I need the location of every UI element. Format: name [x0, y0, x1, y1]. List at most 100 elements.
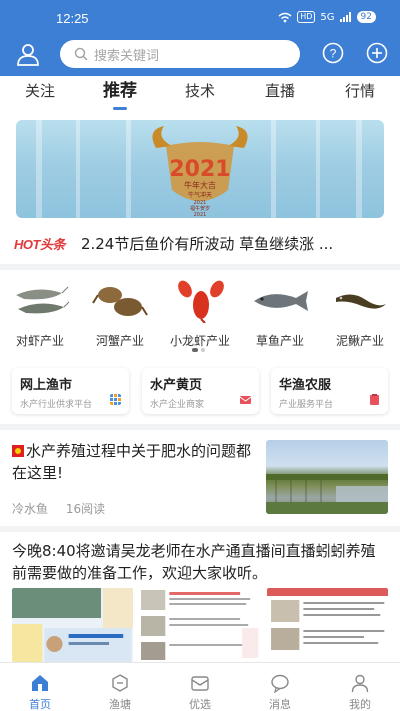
message-icon [271, 674, 289, 693]
page-dot-active [192, 348, 198, 352]
nav-label: 首页 [29, 698, 51, 711]
home-icon [32, 675, 48, 691]
hot-news-bar[interactable]: HOT头条 2.24节后鱼价有所波动 草鱼继续涨 ... [0, 222, 400, 264]
category-label: 草鱼产业 [255, 334, 304, 348]
hot-badge: HOT头条 [14, 236, 65, 252]
pond-landscape-image [266, 474, 388, 514]
article-title-text: 水产养殖过程中关于肥水的问题都在这里! [12, 442, 252, 482]
pond-icon [112, 674, 128, 692]
banner-section: 2021 牛年大吉 牛气冲天 2021 福牛贺岁 2021 [0, 112, 400, 222]
status-time: 12:25 [56, 11, 89, 26]
service-title: 网上渔市 [20, 378, 73, 393]
service-aquatic-yellow-pages[interactable]: 水产黄页 水产企业商家 [142, 368, 259, 414]
search-placeholder: 搜索关键词 [94, 48, 160, 64]
service-online-fish-market[interactable]: 网上渔市 水产行业供求平台 [12, 368, 129, 414]
bottom-navigation: 首页 渔塘 优选 消息 我的 [0, 662, 400, 711]
article-source: 冷水鱼 [12, 502, 49, 516]
category-label: 小龙虾产业 [169, 334, 230, 348]
report-graphic [266, 588, 388, 650]
category-tabs: 关注 推荐 技术 直播 行情 [0, 76, 400, 112]
category-label: 对虾产业 [15, 334, 64, 348]
shrimp-icon [16, 286, 70, 314]
article-image-row [12, 588, 388, 662]
wifi-icon [278, 12, 292, 22]
article-card[interactable]: 水产养殖过程中关于肥水的问题都在这里! 冷水鱼 16阅读 [0, 430, 400, 526]
category-shrimp[interactable]: 对虾产业 [0, 278, 80, 349]
battery-level: 92 [356, 11, 376, 23]
nav-messages[interactable]: 消息 [240, 663, 320, 711]
search-icon [74, 47, 88, 61]
poster-graphic [12, 588, 134, 662]
user-icon[interactable] [16, 42, 40, 66]
banner-line4: 福牛贺岁 [190, 205, 210, 212]
tab-market[interactable]: 行情 [320, 76, 400, 112]
banner-line1: 牛年大吉 [184, 180, 216, 190]
help-icon[interactable]: ? [322, 42, 344, 64]
crayfish-icon [178, 280, 224, 323]
tab-live[interactable]: 直播 [240, 76, 320, 112]
category-grass-carp[interactable]: 草鱼产业 [240, 278, 320, 349]
worksheet-graphic [141, 590, 259, 660]
service-huayu-agri[interactable]: 华渔农服 产业服务平台 [271, 368, 388, 414]
service-subtitle: 水产行业供求平台 [20, 400, 93, 410]
article-image[interactable] [266, 588, 388, 662]
article-title[interactable]: 水产养殖过程中关于肥水的问题都在这里! [12, 440, 252, 484]
service-subtitle: 水产企业商家 [150, 400, 205, 410]
signal-icon [339, 12, 351, 22]
article-title[interactable]: 今晚8:40将邀请吴龙老师在水产通直播间直播蚓蚓养殖前需要做的准备工作，欢迎大家… [12, 540, 390, 584]
header: 搜索关键词 ? [0, 38, 400, 70]
tab-recommend[interactable]: 推荐 [80, 76, 160, 112]
status-bar: 12:25 HD 5G 92 [0, 8, 400, 30]
hd-badge: HD [297, 11, 316, 23]
category-crayfish[interactable]: 小龙虾产业 [160, 278, 240, 349]
nav-pond[interactable]: 渔塘 [80, 663, 160, 711]
nav-select[interactable]: 优选 [160, 663, 240, 711]
flag-icon [12, 445, 24, 457]
category-label: 泥鳅产业 [335, 334, 384, 348]
nav-profile[interactable]: 我的 [320, 663, 400, 711]
network-label: 5G [320, 11, 335, 23]
banner-line2: 牛气冲天 [188, 191, 212, 199]
banner-year: 2021 [169, 157, 230, 182]
add-icon[interactable] [366, 42, 388, 64]
svg-text:?: ? [330, 47, 337, 61]
nav-label: 我的 [349, 698, 371, 711]
loach-icon [336, 294, 386, 309]
article-reads: 16阅读 [65, 502, 106, 516]
banner-ox-emblem: 2021 牛年大吉 牛气冲天 2021 福牛贺岁 2021 [36, 120, 362, 218]
top-bar: 12:25 HD 5G 92 搜索关键词 ? [0, 0, 400, 76]
tab-follow[interactable]: 关注 [0, 76, 80, 112]
service-title: 华渔农服 [279, 378, 332, 393]
industry-categories: 对虾产业 河蟹产业 小龙虾产业 草鱼产业 泥鳅产业 [0, 270, 400, 358]
nav-label: 优选 [189, 698, 211, 711]
service-title: 水产黄页 [150, 378, 203, 393]
article-card[interactable]: 今晚8:40将邀请吴龙老师在水产通直播间直播蚓蚓养殖前需要做的准备工作，欢迎大家… [0, 532, 400, 662]
category-label: 河蟹产业 [95, 334, 144, 348]
article-thumbnail[interactable] [266, 440, 388, 514]
search-input[interactable]: 搜索关键词 [60, 40, 300, 68]
banner-line5: 2021 [194, 212, 207, 218]
nav-home[interactable]: 首页 [0, 663, 80, 711]
grass-carp-icon [254, 291, 308, 311]
page-dot [201, 348, 205, 352]
service-cards: 网上渔市 水产行业供求平台 水产黄页 水产企业商家 华渔农服 产业服务平台 [0, 358, 400, 424]
grid-icon [110, 394, 121, 405]
nav-label: 渔塘 [109, 698, 131, 711]
article-image[interactable] [12, 588, 134, 662]
envelope-icon [240, 396, 251, 404]
profile-icon [351, 674, 369, 693]
article-image[interactable] [139, 588, 261, 662]
crab-icon [92, 287, 148, 316]
mail-icon [191, 676, 209, 691]
service-subtitle: 产业服务平台 [279, 400, 334, 410]
clipboard-icon [370, 394, 379, 405]
banner-carousel[interactable]: 2021 牛年大吉 牛气冲天 2021 福牛贺岁 2021 [16, 120, 384, 218]
category-loach[interactable]: 泥鳅产业 [320, 278, 400, 349]
hot-headline[interactable]: 2.24节后鱼价有所波动 草鱼继续涨 ... [81, 233, 381, 254]
tab-technology[interactable]: 技术 [160, 76, 240, 112]
nav-label: 消息 [269, 698, 291, 711]
category-crab[interactable]: 河蟹产业 [80, 278, 160, 349]
status-icons: HD 5G 92 [278, 11, 376, 23]
article-meta: 冷水鱼 16阅读 [12, 500, 119, 517]
page-indicator [192, 348, 205, 352]
